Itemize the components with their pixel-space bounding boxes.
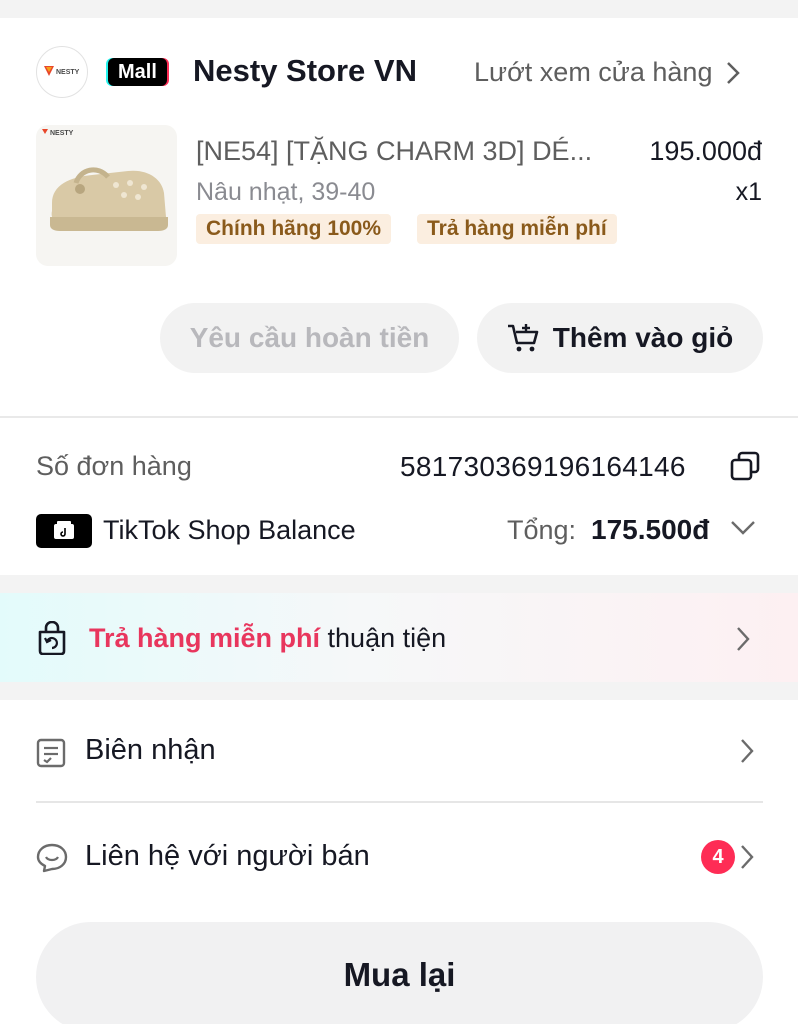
section-divider <box>0 416 798 418</box>
chevron-down-icon[interactable] <box>730 520 756 536</box>
row-divider <box>36 801 763 803</box>
add-to-cart-label: Thêm vào giỏ <box>552 322 734 353</box>
free-return-tag: Trả hàng miễn phí <box>417 214 617 244</box>
payment-method: TikTok Shop Balance <box>103 515 356 545</box>
svg-text:NESTY: NESTY <box>56 69 80 76</box>
unread-count-badge: 4 <box>701 840 735 874</box>
order-number-label: Số đơn hàng <box>36 451 192 481</box>
receipt-row[interactable]: Biên nhận <box>85 734 216 767</box>
product-image[interactable]: NESTY <box>36 125 177 266</box>
product-variant: Nâu nhạt, 39-40 <box>196 178 376 206</box>
free-return-highlight: Trả hàng miễn phí <box>89 623 321 653</box>
chevron-right-icon <box>741 739 754 763</box>
browse-store-label: Lướt xem cửa hàng <box>474 57 713 87</box>
section-gap <box>0 575 798 593</box>
refund-request-button[interactable]: Yêu cầu hoàn tiền <box>160 303 459 373</box>
free-return-text: Trả hàng miễn phí thuận tiện <box>89 623 446 654</box>
clog-shoe-icon: NESTY <box>42 129 168 231</box>
product-title[interactable]: [NE54] [TẶNG CHARM 3D] DÉ... <box>196 136 616 167</box>
cart-plus-icon <box>507 324 539 352</box>
chevron-right-icon <box>727 61 741 84</box>
chevron-right-icon <box>737 627 750 651</box>
mall-badge: Mall <box>108 58 167 86</box>
receipt-icon <box>36 738 66 768</box>
browse-store-link[interactable]: Lướt xem cửa hàng <box>474 57 741 88</box>
contact-seller-row[interactable]: Liên hệ với người bán <box>85 840 370 873</box>
product-quantity: x1 <box>735 178 762 206</box>
store-logo[interactable]: NESTY <box>36 46 88 98</box>
svg-text:NESTY: NESTY <box>50 130 74 137</box>
tiktok-shop-balance-icon <box>36 514 92 548</box>
store-name[interactable]: Nesty Store VN <box>193 53 417 89</box>
total-label: Tổng: <box>507 515 577 545</box>
product-price: 195.000đ <box>649 136 762 166</box>
section-gap <box>0 682 798 700</box>
add-to-cart-button[interactable]: Thêm vào giỏ <box>477 303 763 373</box>
free-return-rest: thuận tiện <box>320 623 447 653</box>
return-bag-icon <box>38 621 66 655</box>
rebuy-button[interactable]: Mua lại <box>36 922 763 1024</box>
nesty-logo-icon: NESTY <box>44 66 80 76</box>
total-value: 175.500đ <box>591 514 710 545</box>
authentic-tag: Chính hãng 100% <box>196 214 392 244</box>
chevron-right-icon <box>741 845 754 869</box>
copy-icon[interactable] <box>730 451 760 481</box>
top-separator <box>0 0 798 18</box>
order-number: 581730369196164146 <box>400 451 686 482</box>
chat-icon <box>36 843 68 873</box>
